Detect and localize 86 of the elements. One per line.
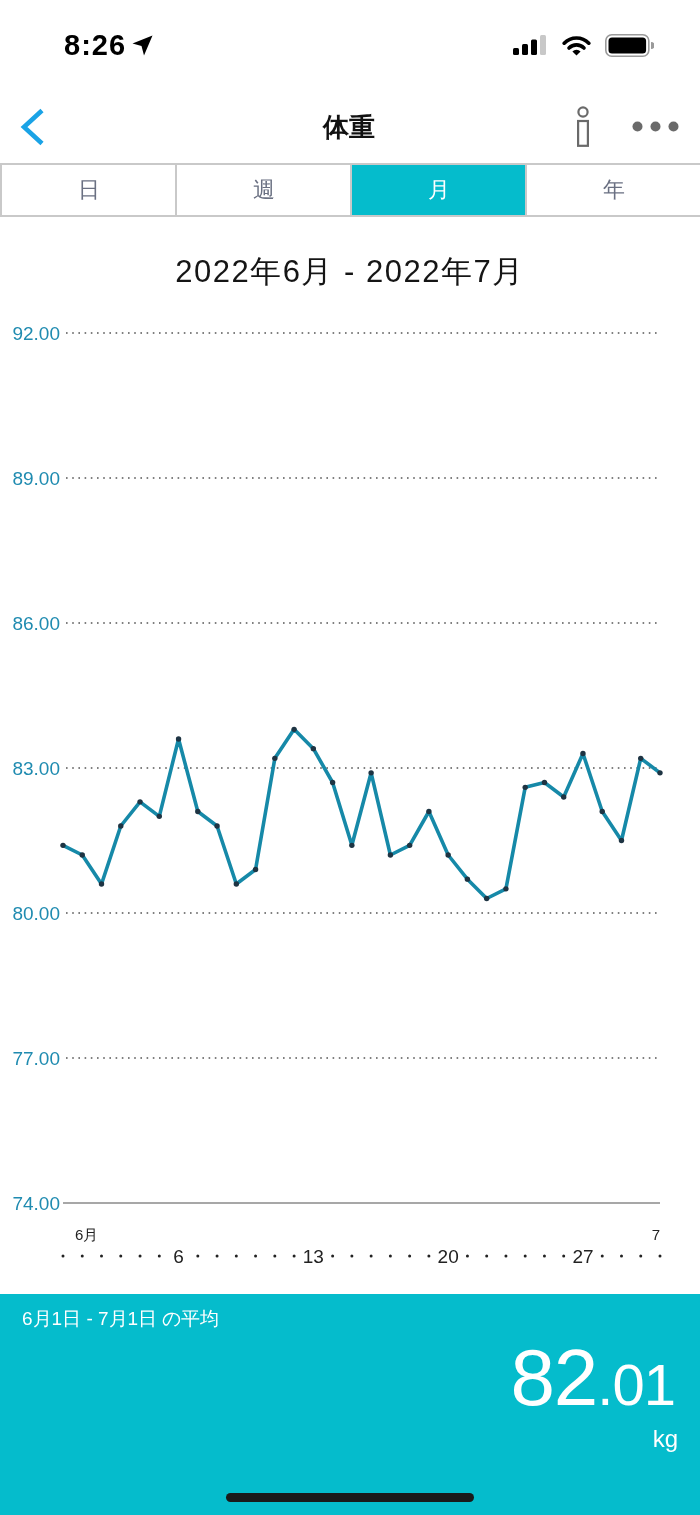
more-icon <box>632 121 679 132</box>
wifi-icon <box>562 34 591 56</box>
data-point <box>618 837 625 844</box>
chevron-left-icon <box>19 107 45 146</box>
tick-mark <box>350 1254 354 1258</box>
tick-mark <box>292 1254 296 1258</box>
data-point <box>387 852 394 858</box>
tick-mark <box>562 1254 566 1258</box>
tick-mark <box>542 1254 546 1258</box>
tick-mark <box>369 1254 373 1258</box>
tick-mark <box>138 1254 142 1258</box>
x-axis-label: 20 <box>437 1245 459 1267</box>
y-axis-label: 77.00 <box>12 1047 60 1069</box>
data-point <box>195 808 201 815</box>
data-point <box>98 881 105 887</box>
tick-mark <box>215 1254 219 1258</box>
data-point <box>426 808 432 815</box>
data-point <box>406 842 413 849</box>
data-point <box>329 779 336 786</box>
tick-mark <box>485 1254 489 1258</box>
tick-mark <box>408 1254 412 1258</box>
screen-title: 体重 <box>323 110 375 143</box>
y-axis-label: 89.00 <box>12 467 60 489</box>
data-point <box>484 895 490 902</box>
y-axis-label: 74.00 <box>12 1192 60 1214</box>
data-point <box>291 726 297 733</box>
data-point <box>522 784 528 791</box>
tick-mark <box>61 1254 65 1258</box>
tick-mark <box>639 1254 643 1258</box>
period-title: 2022年6月 - 2022年7月 <box>175 253 525 291</box>
tick-mark <box>80 1254 84 1258</box>
tick-mark <box>388 1254 392 1258</box>
data-point <box>310 745 317 752</box>
data-point <box>541 779 548 786</box>
clock-time: 8:26 <box>64 28 127 62</box>
data-point <box>137 799 143 805</box>
tick-mark <box>465 1254 469 1258</box>
month-label: 7 <box>651 1225 660 1243</box>
average-weight-value: 82.01 <box>510 1338 675 1424</box>
tick-mark <box>427 1254 431 1258</box>
data-point <box>349 842 355 849</box>
data-point <box>638 755 644 762</box>
tick-mark <box>196 1254 200 1258</box>
tick-mark <box>254 1254 258 1258</box>
tick-mark <box>523 1254 527 1258</box>
location-arrow-icon <box>132 34 154 56</box>
tick-mark <box>504 1254 508 1258</box>
unit-label: kg <box>652 1425 678 1453</box>
x-axis-label: 6 <box>173 1245 184 1267</box>
average-period-label: 6月1日 - 7月1日 の平均 <box>22 1307 220 1331</box>
battery-icon <box>605 33 654 57</box>
data-point <box>657 770 663 776</box>
y-axis-label: 80.00 <box>12 902 60 924</box>
x-axis-label: 13 <box>302 1245 324 1267</box>
data-point <box>175 736 182 742</box>
data-point <box>580 750 586 757</box>
data-point <box>503 886 509 892</box>
data-point <box>599 808 605 815</box>
data-point <box>252 866 259 873</box>
month-label: 6月 <box>75 1225 99 1243</box>
tick-mark <box>273 1254 277 1258</box>
data-point <box>464 876 471 882</box>
info-icon <box>574 106 592 147</box>
x-axis-label: 27 <box>572 1245 594 1267</box>
tick-mark <box>157 1254 161 1258</box>
y-axis-label: 83.00 <box>12 757 60 779</box>
data-point <box>445 852 451 858</box>
y-axis-label: 86.00 <box>12 612 60 634</box>
data-point <box>214 823 220 829</box>
tick-mark <box>620 1254 623 1258</box>
data-point <box>79 852 85 858</box>
signal-icon <box>513 35 547 55</box>
data-point <box>368 770 374 776</box>
y-axis-label: 92.00 <box>12 322 60 344</box>
tick-mark <box>658 1254 662 1258</box>
data-point <box>233 881 239 887</box>
tick-mark <box>234 1254 238 1258</box>
tick-mark <box>331 1254 335 1258</box>
data-point <box>561 794 567 800</box>
tick-mark <box>100 1254 103 1258</box>
tick-mark <box>119 1254 123 1258</box>
data-point <box>60 842 66 849</box>
data-point <box>272 755 278 762</box>
tick-mark <box>600 1254 604 1258</box>
data-point <box>156 813 162 820</box>
data-point <box>118 823 124 829</box>
